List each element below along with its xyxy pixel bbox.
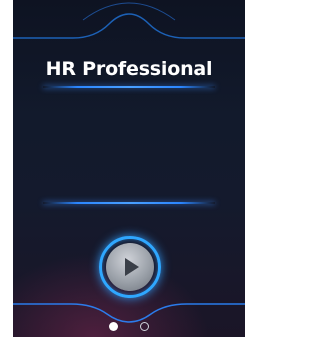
content-divider xyxy=(43,202,215,204)
play-button[interactable] xyxy=(106,243,154,291)
top-arc-decoration xyxy=(13,2,245,39)
page-title: HR Professional xyxy=(45,58,213,80)
page-indicator xyxy=(13,322,245,331)
app-screen: HR Professional xyxy=(13,0,245,337)
play-icon xyxy=(125,258,139,276)
play-control[interactable] xyxy=(99,236,161,298)
page-dot-2[interactable] xyxy=(140,322,149,331)
title-divider xyxy=(43,86,215,88)
page-dot-1[interactable] xyxy=(109,322,118,331)
